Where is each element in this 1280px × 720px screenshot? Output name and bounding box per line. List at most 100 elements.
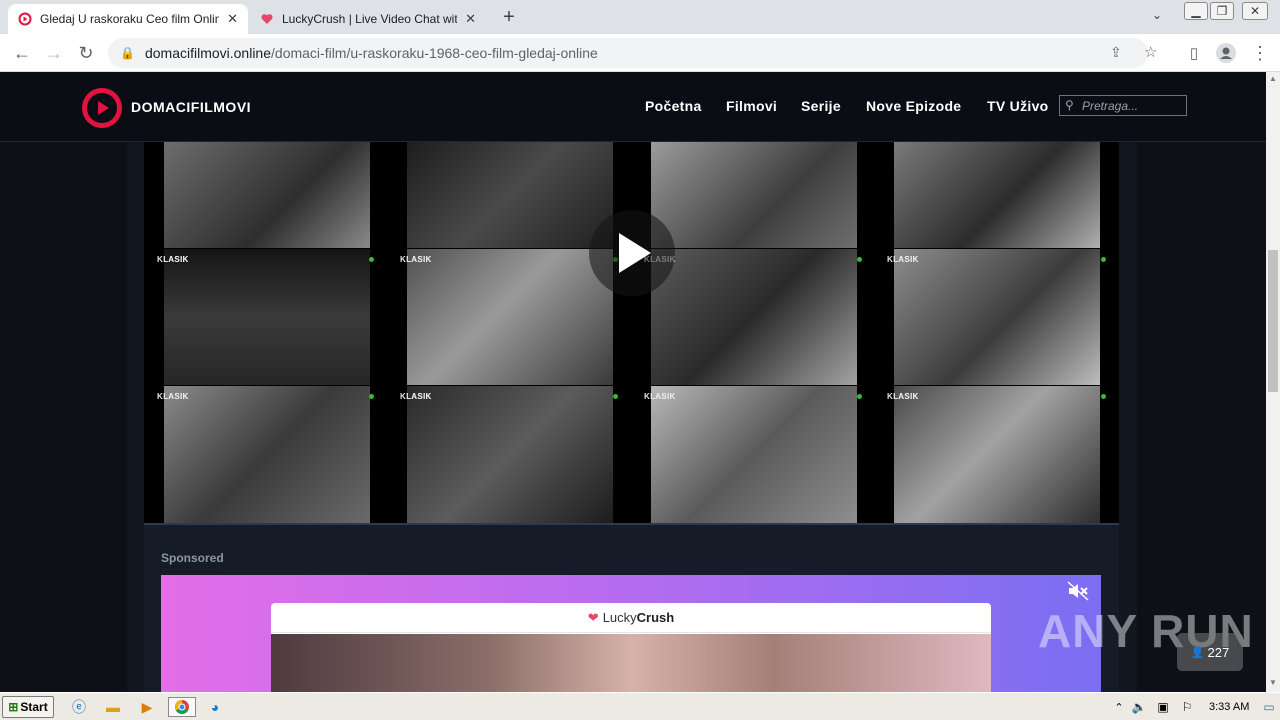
film-still — [164, 142, 370, 248]
film-still: KLASIK — [164, 249, 370, 385]
ad-card: ❤ Lucky Crush — [271, 603, 991, 692]
status-dot — [613, 394, 618, 399]
ad-video-frame — [271, 634, 991, 692]
site-viewport: DOMACIFILMOVI Početna Filmovi Serije Nov… — [0, 72, 1266, 692]
back-button[interactable]: ← — [10, 41, 34, 65]
profile-avatar[interactable] — [1214, 41, 1238, 65]
lock-icon: 🔒 — [120, 46, 135, 60]
scroll-down-icon[interactable]: ▼ — [1269, 678, 1277, 687]
film-still: KLASIK — [894, 386, 1100, 523]
logo-icon[interactable] — [82, 88, 122, 128]
bookmark-star-icon[interactable]: ☆ — [1144, 43, 1157, 61]
chrome-icon[interactable] — [168, 697, 196, 717]
film-still: KLASIK — [651, 386, 857, 523]
share-icon[interactable]: ⇪ — [1110, 44, 1122, 61]
reload-button[interactable]: ↻ — [74, 41, 98, 65]
film-still: KLASIK — [894, 249, 1100, 385]
mute-icon[interactable] — [1067, 581, 1093, 603]
clock[interactable]: 3:33 AM — [1209, 701, 1249, 713]
start-button[interactable]: ⊞ Start — [2, 696, 54, 718]
thumbnail-label: KLASIK — [400, 255, 432, 264]
url-path: /domaci-film/u-raskoraku-1968-ceo-film-g… — [271, 45, 598, 61]
network-icon[interactable]: ▣ — [1152, 697, 1174, 717]
tab-title: LuckyCrush | Live Video Chat with R — [282, 12, 458, 26]
film-still: KLASIK — [407, 249, 613, 385]
tray-chevron-icon[interactable]: ⌃ — [1108, 697, 1130, 717]
status-dot — [1101, 394, 1106, 399]
close-window-button[interactable]: ✕ — [1242, 2, 1268, 20]
thumbnail-label: KLASIK — [644, 392, 676, 401]
url-host: domacifilmovi.online — [144, 45, 272, 61]
browser-tab-bar: Gledaj U raskoraku Ceo film Online ✕ Luc… — [0, 0, 1280, 34]
ad-brand: ❤ Lucky Crush — [271, 603, 991, 633]
start-label: Start — [20, 700, 48, 714]
film-still — [407, 142, 613, 248]
video-player[interactable]: KLASIK KLASIK KLASIK KLASIK KLASIK KLASI… — [144, 142, 1119, 523]
minimize-button[interactable]: ▁ — [1184, 2, 1208, 20]
film-still: KLASIK — [651, 249, 857, 385]
search-input[interactable]: ⚲ Pretraga... — [1059, 95, 1187, 116]
flag-icon[interactable]: ⚐ — [1176, 697, 1198, 717]
ad-brand-suffix: Crush — [636, 610, 675, 625]
play-favicon-icon — [18, 12, 32, 26]
film-still — [651, 142, 857, 248]
ad-brand-prefix: Lucky — [602, 610, 637, 625]
menu-kebab-icon[interactable]: ⋮ — [1248, 41, 1272, 65]
forward-button[interactable]: → — [42, 41, 66, 65]
heart-favicon-icon — [260, 12, 274, 26]
sponsored-label: Sponsored — [161, 551, 224, 565]
edge-icon[interactable]: ◕ — [204, 697, 226, 717]
status-dot — [1101, 257, 1106, 262]
status-dot — [369, 257, 374, 262]
new-tab-button[interactable]: + — [498, 6, 520, 28]
scroll-thumb[interactable] — [1268, 250, 1278, 392]
film-still — [894, 142, 1100, 248]
viewer-count-badge: 👤 227 — [1177, 633, 1243, 671]
nav-serije[interactable]: Serije — [801, 98, 841, 114]
film-still: KLASIK — [164, 386, 370, 523]
thumbnail-label: KLASIK — [157, 392, 189, 401]
status-dot — [857, 394, 862, 399]
restore-button[interactable]: ❐ — [1210, 2, 1234, 20]
nav-pocetna[interactable]: Početna — [645, 98, 702, 114]
heart-icon: ❤ — [587, 609, 599, 625]
tab-search-icon[interactable]: ⌄ — [1152, 8, 1162, 22]
site-logo-text[interactable]: DOMACIFILMOVI — [131, 99, 251, 115]
thumbnail-label: KLASIK — [400, 392, 432, 401]
show-desktop-icon[interactable]: ▭ — [1258, 697, 1280, 717]
folder-icon[interactable]: ▬ — [102, 697, 124, 717]
search-placeholder: Pretraga... — [1082, 98, 1139, 113]
play-icon — [619, 233, 651, 273]
side-panel-icon[interactable]: ▯ — [1182, 41, 1206, 65]
media-player-icon[interactable]: ▶ — [136, 697, 158, 717]
nav-filmovi[interactable]: Filmovi — [726, 98, 777, 114]
windows-logo-icon: ⊞ — [8, 700, 19, 714]
close-tab-icon[interactable]: ✕ — [227, 11, 238, 27]
scroll-up-icon[interactable]: ▲ — [1269, 74, 1277, 83]
user-icon: 👤 — [1190, 646, 1205, 659]
viewer-count: 227 — [1207, 644, 1230, 660]
page-scrollbar[interactable]: ▲ ▼ — [1266, 72, 1280, 692]
volume-icon[interactable]: 🔈 — [1128, 697, 1150, 717]
nav-tv-uzivo[interactable]: TV Uživo — [987, 98, 1049, 114]
windows-taskbar: ⊞ Start ⓔ ▬ ▶ ◕ ⌃ 🔈 ▣ ⚐ 3:33 AM ▭ — [0, 692, 1280, 720]
status-dot — [369, 394, 374, 399]
browser-toolbar: ← → ↻ 🔒 domacifilmovi.online/domaci-film… — [0, 34, 1280, 72]
main-content: KLASIK KLASIK KLASIK KLASIK KLASIK KLASI… — [127, 142, 1137, 692]
tab-title: Gledaj U raskoraku Ceo film Online — [40, 12, 220, 26]
site-header: DOMACIFILMOVI Početna Filmovi Serije Nov… — [0, 72, 1266, 142]
search-icon: ⚲ — [1065, 98, 1074, 112]
address-bar[interactable]: 🔒 domacifilmovi.online/domaci-film/u-ras… — [108, 38, 1157, 68]
tab-luckycrush[interactable]: LuckyCrush | Live Video Chat with R ✕ — [250, 4, 486, 34]
status-dot — [857, 257, 862, 262]
nav-nove-epizode[interactable]: Nove Epizode — [866, 98, 961, 114]
play-button[interactable] — [589, 210, 675, 296]
close-tab-icon[interactable]: ✕ — [465, 11, 476, 27]
ie-icon[interactable]: ⓔ — [68, 697, 90, 717]
thumbnail-label: KLASIK — [887, 392, 919, 401]
sponsored-section: Sponsored ❤ Lucky Crush — [144, 523, 1119, 692]
sponsored-ad[interactable]: ❤ Lucky Crush — [161, 575, 1101, 692]
thumbnail-label: KLASIK — [157, 255, 189, 264]
tab-gledaj[interactable]: Gledaj U raskoraku Ceo film Online ✕ — [8, 4, 248, 34]
film-still: KLASIK — [407, 386, 613, 523]
